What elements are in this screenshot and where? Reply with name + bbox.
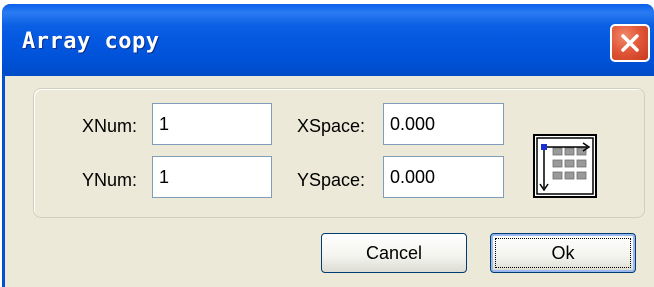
close-icon <box>621 34 639 52</box>
cancel-button-label: Cancel <box>365 243 423 263</box>
dialog-title: Array copy <box>22 29 160 54</box>
close-button[interactable] <box>610 24 650 62</box>
array-grid-icon <box>533 134 597 198</box>
ynum-field[interactable]: 1 <box>152 156 272 198</box>
xspace-field[interactable]: 0.000 <box>383 103 504 145</box>
xspace-label: XSpace: <box>297 116 366 136</box>
xnum-field[interactable]: 1 <box>152 103 272 145</box>
xnum-label: XNum: <box>82 116 138 136</box>
yspace-field[interactable]: 0.000 <box>383 156 504 198</box>
title-bar[interactable]: Array copy <box>2 4 654 76</box>
yspace-label: YSpace: <box>297 170 366 190</box>
ok-button[interactable]: Ok <box>490 233 636 273</box>
cancel-button[interactable]: Cancel <box>321 233 467 273</box>
focus-rectangle <box>495 238 631 268</box>
ynum-label: YNum: <box>82 170 138 190</box>
